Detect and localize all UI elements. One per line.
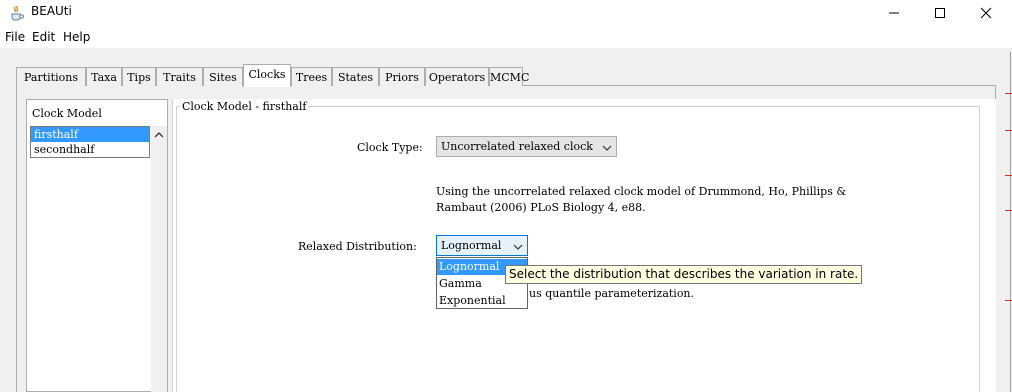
minimize-icon [889, 12, 899, 14]
maximize-icon [935, 8, 945, 18]
clock-description-line2: Rambaut (2006) PLoS Biology 4, e88. [436, 201, 646, 214]
clock-description-line1: Using the uncorrelated relaxed clock mod… [436, 185, 847, 198]
chevron-down-icon [513, 241, 523, 254]
background-window-marks [1005, 0, 1012, 392]
title-bar: BEAUti [0, 0, 1012, 26]
minimize-button[interactable] [872, 0, 916, 26]
relaxed-distribution-label: Relaxed Distribution: [298, 240, 417, 253]
tab-clocks[interactable]: Clocks [243, 64, 291, 87]
clock-model-list[interactable]: firsthalf secondhalf [30, 126, 150, 158]
option-exponential[interactable]: Exponential [437, 293, 527, 309]
clock-type-value: Uncorrelated relaxed clock [441, 140, 593, 153]
menu-help[interactable]: Help [63, 30, 90, 44]
chevron-down-icon [602, 142, 612, 155]
list-item-firsthalf[interactable]: firsthalf [31, 127, 149, 142]
menu-file[interactable]: File [5, 30, 25, 44]
close-icon [980, 7, 992, 19]
maximize-button[interactable] [918, 0, 962, 26]
tab-mcmc[interactable]: MCMC [489, 67, 529, 86]
list-item-secondhalf[interactable]: secondhalf [31, 142, 149, 157]
java-cup-icon [9, 5, 25, 21]
clock-type-label: Clock Type: [357, 141, 423, 154]
close-button[interactable] [964, 0, 1008, 26]
tab-sites[interactable]: Sites [203, 67, 243, 86]
window-title: BEAUti [31, 4, 72, 18]
tab-trees[interactable]: Trees [291, 67, 332, 86]
distribution-description: us quantile parameterization. [529, 287, 695, 300]
clock-type-combo[interactable]: Uncorrelated relaxed clock [436, 136, 617, 157]
tab-taxa[interactable]: Taxa [86, 67, 122, 86]
tab-traits[interactable]: Traits [156, 67, 203, 86]
tab-partitions[interactable]: Partitions [16, 67, 86, 86]
clock-model-list-panel: Clock Model firsthalf secondhalf [26, 99, 168, 392]
menu-edit[interactable]: Edit [32, 30, 55, 44]
distribution-tooltip: Select the distribution that describes t… [505, 265, 863, 284]
clock-model-list-header: Clock Model [32, 107, 102, 120]
tab-operators[interactable]: Operators [425, 67, 489, 86]
tab-tips[interactable]: Tips [122, 67, 156, 86]
clock-description: Using the uncorrelated relaxed clock mod… [436, 184, 846, 216]
menu-bar: File Edit Help [0, 26, 1012, 48]
tab-priors[interactable]: Priors [379, 67, 425, 86]
list-scrollbar[interactable] [151, 126, 167, 392]
groupbox-title: Clock Model - firsthalf [180, 100, 309, 113]
relaxed-distribution-value: Lognormal [441, 239, 502, 252]
chevron-up-icon[interactable] [151, 128, 167, 142]
relaxed-distribution-combo[interactable]: Lognormal [436, 235, 528, 256]
tab-states[interactable]: States [332, 67, 379, 86]
